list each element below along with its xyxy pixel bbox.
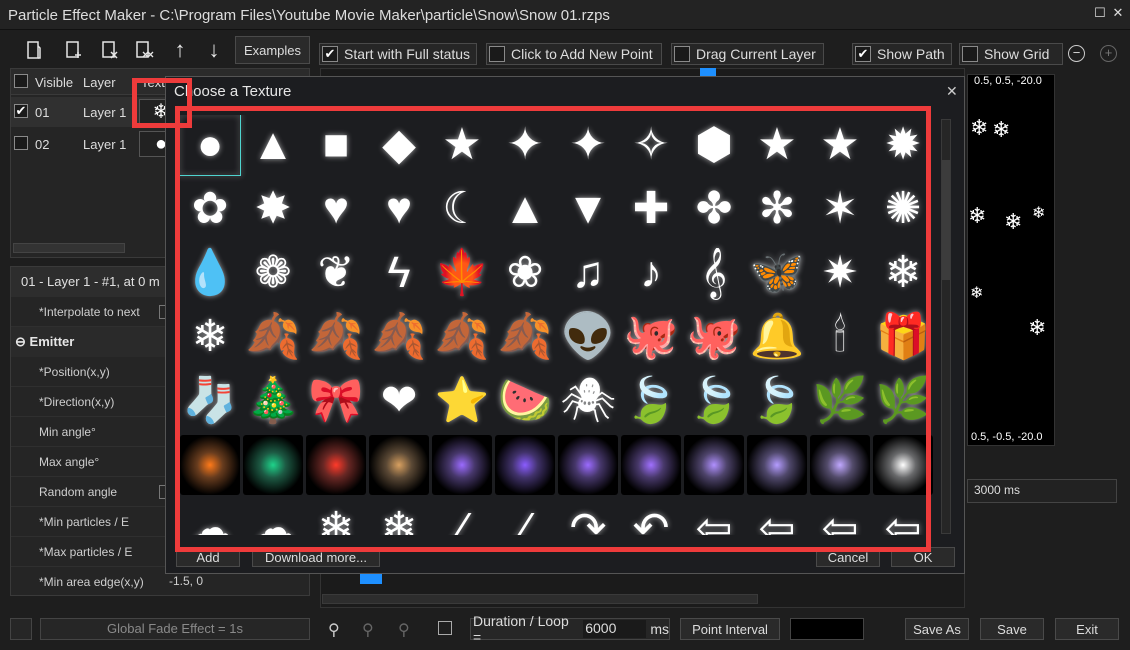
dialog-close-icon[interactable]: ✕ [946, 83, 958, 100]
prop-label: Max angle° [11, 447, 171, 477]
bottom-right-coord: 0.5, -0.5, -20.0 [971, 431, 1043, 443]
examples-button[interactable]: Examples [235, 36, 310, 64]
preview-viewport[interactable]: 0.5, 0.5, -20.0 0.5, -0.5, -20.0 ❄ ❄ ❄ ❄… [967, 74, 1055, 446]
prop-label: Min angle° [11, 417, 171, 447]
drag-layer-checkbox[interactable]: Drag Current Layer [671, 43, 824, 65]
prop-label: *Position(x,y) [11, 357, 171, 387]
interpolate-label: *Interpolate to next [11, 297, 171, 327]
scrollbar-thumb[interactable] [942, 160, 950, 280]
prop-label: *Max particles / E [11, 537, 171, 567]
snowflake-icon: ❄ [968, 203, 987, 228]
visible-column-header: Visible [35, 75, 74, 90]
window-title: Particle Effect Maker - C:\Program Files… [8, 7, 610, 24]
texture-scrollbar[interactable] [941, 119, 951, 534]
move-up-icon[interactable]: ↑ [166, 36, 194, 64]
clear-points-pin-icon[interactable]: ⚲ [398, 620, 410, 640]
layers-scrollbar[interactable] [13, 243, 125, 253]
global-fade-label[interactable]: Global Fade Effect = 1s [40, 618, 310, 640]
title-bar: Particle Effect Maker - C:\Program Files… [0, 0, 1130, 30]
checkbox-box[interactable] [674, 46, 690, 62]
duration-field: Duration / Loop = 6000 ms [470, 613, 670, 645]
snowflake-icon: ❄ [970, 285, 984, 302]
keyframe-marker[interactable] [360, 574, 382, 584]
add-new-point-checkbox[interactable]: Click to Add New Point [486, 43, 662, 65]
zoom-out-icon[interactable]: − [1068, 45, 1085, 62]
layer-column-header: Layer [83, 75, 116, 90]
canvas-scrollbar[interactable] [322, 594, 758, 604]
remove-point-pin-icon[interactable]: ⚲ [362, 620, 374, 640]
top-right-coord: 0.5, 0.5, -20.0 [974, 75, 1042, 87]
save-button[interactable]: Save [980, 618, 1044, 640]
timeline-ruler[interactable]: 3000 ms [967, 479, 1117, 503]
delete-all-icon[interactable] [131, 36, 159, 64]
prop-label: *Min area edge(x,y) [11, 567, 171, 595]
checkbox-box[interactable] [962, 46, 978, 62]
collapse-icon[interactable]: ⊖ [15, 334, 26, 349]
show-grid-checkbox[interactable]: Show Grid [959, 43, 1063, 65]
layer-id: 02 [35, 137, 50, 152]
snowflake-icon: ❄ [970, 115, 989, 140]
show-path-checkbox[interactable]: ✔ Show Path [852, 43, 952, 65]
snowflake-icon: ❄ [992, 117, 1011, 142]
zoom-in-icon[interactable]: + [1100, 45, 1117, 62]
fade-toggle[interactable] [10, 618, 32, 640]
maximize-icon[interactable]: ☐ [1093, 6, 1107, 20]
snowflake-icon: ❄ [1028, 315, 1047, 340]
duration-input[interactable]: 6000 [583, 620, 647, 638]
layer-visible-checkbox[interactable]: ✔ [14, 103, 28, 118]
exit-button[interactable]: Exit [1055, 618, 1119, 640]
emitter-section[interactable]: ⊖ Emitter [11, 327, 171, 357]
prop-label: *Min particles / E [11, 507, 171, 537]
move-down-icon[interactable]: ↓ [200, 36, 228, 64]
interval-input[interactable] [790, 618, 864, 640]
prop-label: *Direction(x,y) [11, 387, 171, 417]
add-point-pin-icon[interactable]: ⚲ [328, 620, 340, 640]
delete-layer-icon[interactable] [96, 36, 124, 64]
layer-name: Layer 1 [83, 105, 127, 120]
layer-visible-checkbox[interactable] [14, 136, 28, 150]
open-file-icon[interactable] [20, 36, 48, 64]
start-full-status-checkbox[interactable]: ✔ Start with Full status [319, 43, 477, 65]
layer-name: Layer 1 [83, 137, 127, 152]
add-layer-icon[interactable] [60, 36, 88, 64]
checkbox-box[interactable] [489, 46, 505, 62]
checkbox-box[interactable]: ✔ [322, 46, 338, 62]
checkbox-box[interactable]: ✔ [855, 46, 871, 62]
snowflake-icon: ❄ [1032, 205, 1046, 222]
prop-value[interactable]: -1.5, 0 [169, 574, 203, 588]
loop-checkbox[interactable] [438, 621, 452, 635]
close-window-icon[interactable]: ✕ [1111, 6, 1125, 20]
highlight-texture-grid [175, 106, 931, 552]
snowflake-icon: ❄ [1004, 209, 1023, 234]
select-all-checkbox[interactable] [14, 74, 28, 88]
layer-id: 01 [35, 105, 50, 120]
timeline-label: 3000 ms [974, 483, 1021, 497]
save-as-button[interactable]: Save As [905, 618, 969, 640]
prop-label: Random angle [11, 477, 171, 507]
point-interval-button[interactable]: Point Interval [680, 618, 780, 640]
